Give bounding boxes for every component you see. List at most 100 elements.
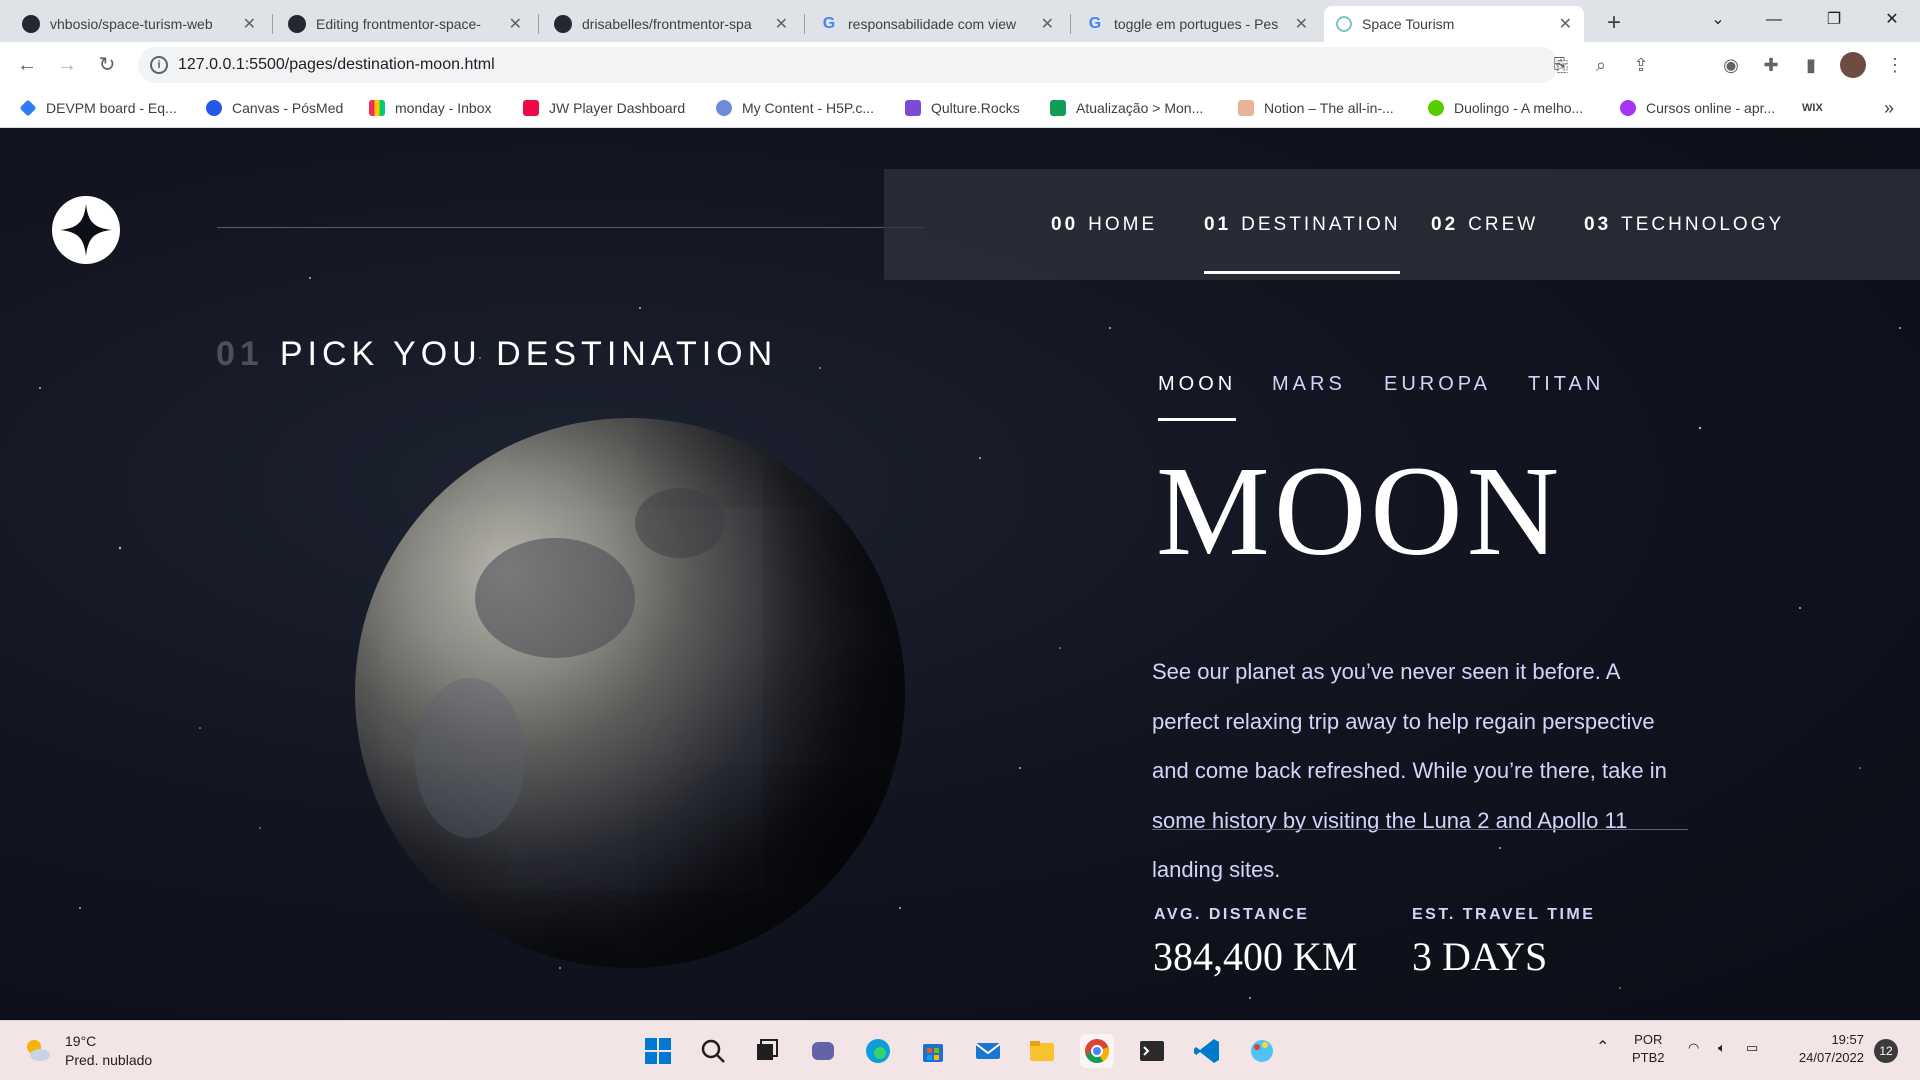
- bookmark-item[interactable]: My Content - H5P.c...: [716, 88, 874, 128]
- bookmark-item[interactable]: WIX: [1802, 88, 1823, 128]
- file-explorer-button[interactable]: [1025, 1034, 1059, 1068]
- tab-europa[interactable]: EUROPA: [1384, 373, 1491, 396]
- close-icon[interactable]: ✕: [243, 14, 256, 34]
- zoom-icon[interactable]: ⌕: [1590, 54, 1612, 76]
- chevron-up-icon[interactable]: ⌃: [1596, 1039, 1609, 1057]
- bookmark-label: monday - Inbox: [395, 100, 492, 116]
- battery-icon[interactable]: ▭: [1746, 1039, 1758, 1057]
- paint-button[interactable]: [1245, 1034, 1279, 1068]
- clock[interactable]: 19:57 24/07/2022: [1788, 1031, 1864, 1067]
- mail-icon: [975, 1043, 1001, 1059]
- chrome-button[interactable]: [1080, 1034, 1114, 1068]
- page-viewport: 00 HOME 01 DESTINATION 02 CREW 03 TECHNOLOGY…: [0, 128, 1920, 1020]
- restore-button[interactable]: ❐: [1806, 0, 1862, 40]
- browser-tab[interactable]: G responsabilidade com view ✕: [808, 6, 1066, 42]
- close-icon[interactable]: ✕: [775, 14, 788, 34]
- tab-separator: [1070, 14, 1071, 34]
- reload-icon[interactable]: ↻: [92, 50, 122, 80]
- close-icon[interactable]: ✕: [1559, 14, 1572, 34]
- browser-tab[interactable]: G toggle em portugues - Pes ✕: [1074, 6, 1320, 42]
- github-icon: [288, 15, 306, 33]
- puzzle-icon[interactable]: ✚: [1760, 54, 1782, 76]
- canvas-icon: [206, 100, 222, 116]
- weather-temperature: 19°C: [65, 1033, 97, 1049]
- nav-number: 01: [1204, 213, 1232, 235]
- header-divider: [217, 227, 924, 228]
- notification-badge[interactable]: 12: [1874, 1039, 1898, 1063]
- bookmark-item[interactable]: monday - Inbox: [369, 88, 492, 128]
- distance-value: 384,400 KM: [1153, 934, 1358, 979]
- browser-tab[interactable]: vhbosio/space-turism-web ✕: [10, 6, 268, 42]
- nav-crew[interactable]: 02 CREW: [1431, 169, 1538, 280]
- edge-button[interactable]: [861, 1034, 895, 1068]
- browser-tab-active[interactable]: Space Tourism ✕: [1324, 6, 1584, 42]
- github-icon: [554, 15, 572, 33]
- bookmark-label: Duolingo - A melho...: [1454, 100, 1584, 116]
- info-icon[interactable]: i: [150, 56, 168, 74]
- notion-icon: [1238, 100, 1254, 116]
- tab-moon[interactable]: MOON: [1158, 373, 1237, 421]
- bookmark-item[interactable]: Qulture.Rocks: [905, 88, 1020, 128]
- nav-technology[interactable]: 03 TECHNOLOGY: [1584, 169, 1784, 280]
- bookmark-item[interactable]: Atualização > Mon...: [1050, 88, 1203, 128]
- weather-description: Pred. nublado: [65, 1052, 153, 1068]
- close-window-button[interactable]: ✕: [1864, 0, 1920, 40]
- bookmark-item[interactable]: JW Player Dashboard: [523, 88, 685, 128]
- bookmark-item[interactable]: Notion – The all-in-...: [1238, 88, 1394, 128]
- store-icon: [923, 1044, 943, 1062]
- nav-destination[interactable]: 01 DESTINATION: [1204, 169, 1401, 280]
- close-icon[interactable]: ✕: [509, 14, 522, 34]
- bookmark-item[interactable]: Cursos online - apr...: [1620, 88, 1775, 128]
- tab-separator: [804, 14, 805, 34]
- terminal-icon: [1140, 1041, 1164, 1061]
- bookmark-item[interactable]: Canvas - PósMed: [206, 88, 343, 128]
- mail-button[interactable]: [971, 1034, 1005, 1068]
- sidepanel-icon[interactable]: ▮: [1800, 54, 1822, 76]
- weather-icon[interactable]: [22, 1035, 52, 1065]
- start-button[interactable]: [641, 1034, 675, 1068]
- teams-button[interactable]: [806, 1034, 840, 1068]
- bookmarks-overflow-button[interactable]: »: [1884, 88, 1894, 128]
- stats-divider: [1152, 829, 1688, 830]
- menu-icon[interactable]: ⋮: [1884, 54, 1906, 76]
- browser-tab[interactable]: drisabelles/frontmentor-spa ✕: [542, 6, 800, 42]
- distance-label: AVG. DISTANCE: [1154, 906, 1310, 923]
- taskbar: 19°C Pred. nublado ⌃ POR PTB2 ◠ 🔈︎ ▭ 19:…: [0, 1020, 1920, 1080]
- search-button[interactable]: [696, 1034, 730, 1068]
- terminal-button[interactable]: [1135, 1034, 1169, 1068]
- close-icon[interactable]: ✕: [1295, 14, 1308, 34]
- tab-title: responsabilidade com view: [848, 16, 1017, 32]
- clock-date: 24/07/2022: [1798, 1050, 1864, 1065]
- forward-icon[interactable]: →: [52, 50, 82, 80]
- destination-name: MOON: [1156, 440, 1564, 582]
- volume-icon[interactable]: 🔈︎: [1718, 1039, 1726, 1057]
- bookmark-item[interactable]: Duolingo - A melho...: [1428, 88, 1583, 128]
- task-view-button[interactable]: [750, 1034, 784, 1068]
- browser-tab[interactable]: Editing frontmentor-space- ✕: [276, 6, 534, 42]
- back-icon[interactable]: ←: [12, 50, 42, 80]
- nav-home[interactable]: 00 HOME: [1051, 169, 1157, 280]
- address-bar[interactable]: i 127.0.0.1:5500/pages/destination-moon.…: [138, 47, 1569, 83]
- extension-icon[interactable]: ◉: [1720, 54, 1742, 76]
- tab-mars[interactable]: MARS: [1272, 373, 1346, 396]
- new-tab-button[interactable]: +: [1597, 6, 1631, 40]
- logo[interactable]: [52, 196, 120, 264]
- share-icon[interactable]: ⇪: [1630, 54, 1652, 76]
- nav-label: TECHNOLOGY: [1621, 213, 1785, 235]
- language-indicator[interactable]: POR PTB2: [1632, 1031, 1665, 1067]
- store-button[interactable]: [916, 1034, 950, 1068]
- minimize-button[interactable]: —: [1746, 0, 1802, 40]
- bookmark-label: JW Player Dashboard: [549, 100, 686, 116]
- wifi-icon[interactable]: ◠: [1688, 1039, 1699, 1057]
- tab-search-icon[interactable]: ⌄: [1690, 0, 1746, 40]
- jwplayer-icon: [523, 100, 539, 116]
- vscode-button[interactable]: [1190, 1034, 1224, 1068]
- bookmark-item[interactable]: DEVPM board - Eq...: [19, 88, 177, 128]
- tab-titan[interactable]: TITAN: [1528, 373, 1604, 396]
- language-code: POR: [1634, 1032, 1663, 1047]
- teams-chat-icon: [812, 1042, 834, 1060]
- avatar[interactable]: [1840, 52, 1866, 78]
- travel-time-value: 3 DAYS: [1412, 934, 1548, 979]
- close-icon[interactable]: ✕: [1041, 14, 1054, 34]
- translate-icon[interactable]: ⎘: [1550, 54, 1572, 76]
